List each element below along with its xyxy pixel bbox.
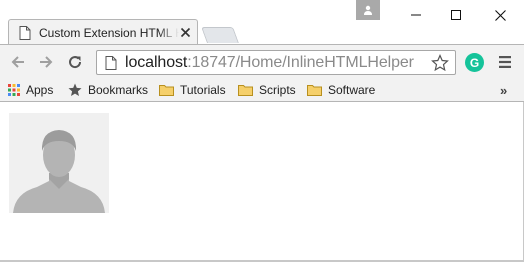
close-window-button[interactable] (478, 0, 522, 30)
person-icon (364, 5, 372, 15)
back-button[interactable] (9, 53, 27, 71)
bookmark-tutorials[interactable]: Tutorials (159, 81, 226, 99)
browser-toolbar: localhost:18747/Home/InlineHTMLHelper G (0, 44, 524, 78)
close-icon (494, 9, 506, 21)
bookmark-label: Software (328, 83, 376, 97)
reload-button[interactable] (66, 53, 84, 71)
url-host: localhost (125, 53, 188, 71)
bookmark-label: Bookmarks (88, 83, 149, 97)
page-icon (19, 25, 31, 40)
url-text: localhost:18747/Home/InlineHTMLHelper (125, 54, 414, 72)
address-bar[interactable]: localhost:18747/Home/InlineHTMLHelper (96, 50, 456, 75)
folder-icon (238, 85, 253, 96)
default-avatar-image (9, 113, 109, 213)
bookmark-label: Tutorials (180, 83, 226, 97)
new-tab-button[interactable] (201, 27, 239, 43)
arrow-right-icon (40, 56, 53, 68)
apps-grid-icon (8, 84, 20, 96)
bookmark-bookmarks[interactable]: Bookmarks (68, 81, 148, 99)
minimize-icon (411, 14, 421, 16)
tab-title: Custom Extension HTML Helper (39, 25, 179, 40)
folder-icon (307, 85, 322, 96)
menu-icon[interactable] (498, 55, 512, 69)
arrow-left-icon (11, 56, 24, 68)
forward-button[interactable] (37, 53, 55, 71)
bookmarks-bar: Apps Bookmarks Tutorials Scripts Softwar… (0, 78, 524, 102)
maximize-icon (451, 10, 461, 20)
bookmark-scripts[interactable]: Scripts (238, 81, 296, 99)
maximize-button[interactable] (434, 0, 478, 30)
page-content (0, 102, 524, 262)
url-path: :18747/Home/InlineHTMLHelper (187, 53, 414, 71)
bookmark-star-icon[interactable] (431, 54, 449, 72)
title-bar: Custom Extension HTML Helper (0, 0, 524, 45)
minimize-button[interactable] (394, 0, 438, 30)
tab-active[interactable]: Custom Extension HTML Helper (8, 19, 198, 45)
grammarly-extension-icon[interactable]: G (465, 53, 484, 72)
bookmark-label: Scripts (259, 83, 296, 97)
profile-button[interactable] (356, 0, 380, 20)
bookmark-apps[interactable]: Apps (8, 81, 53, 99)
tab-close-icon[interactable] (180, 27, 191, 38)
bookmark-label: Apps (26, 83, 54, 97)
reload-icon (69, 56, 82, 69)
star-icon (68, 83, 82, 96)
bookmark-software[interactable]: Software (307, 81, 375, 99)
bookmarks-overflow-button[interactable]: » (500, 81, 507, 99)
folder-icon (159, 85, 174, 96)
page-info-icon (105, 55, 117, 70)
